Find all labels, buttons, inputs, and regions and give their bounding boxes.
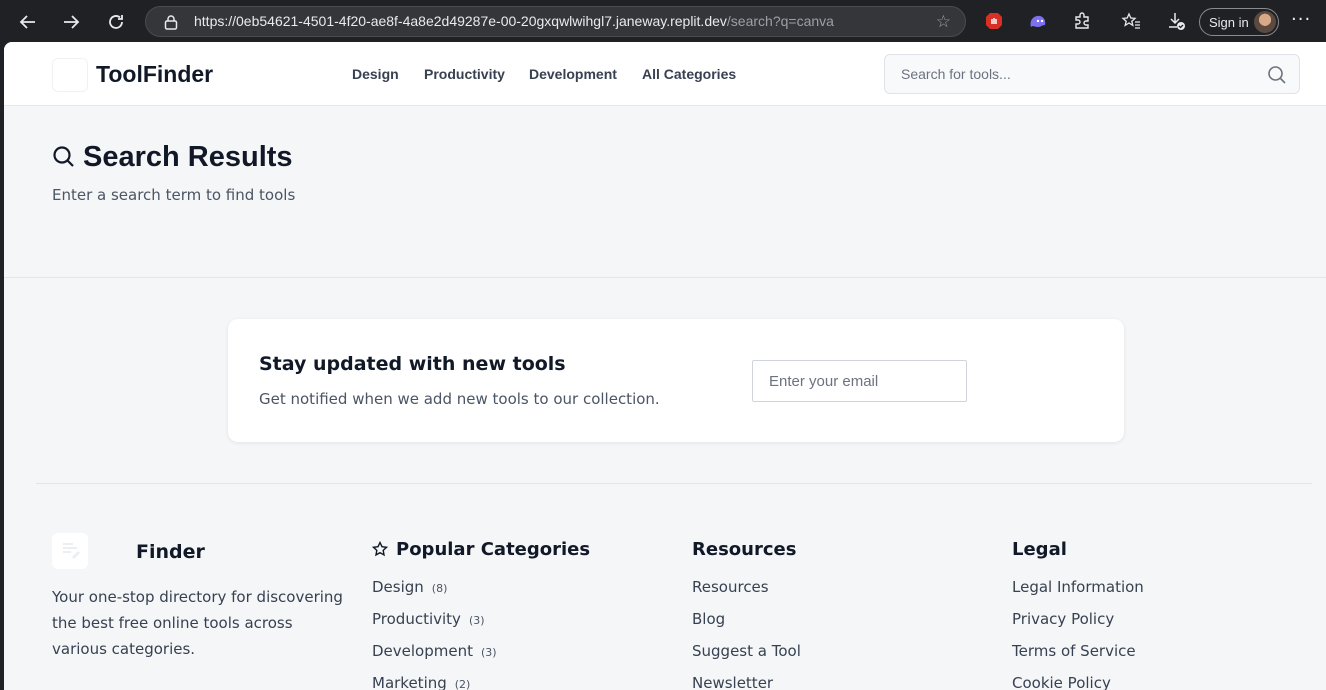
category-count: (8) bbox=[431, 582, 448, 595]
signin-label: Sign in bbox=[1209, 14, 1249, 30]
address-bar[interactable]: https://0eb54621-4501-4f20-ae8f-4a8e2d49… bbox=[145, 6, 966, 37]
category-label: Productivity bbox=[372, 610, 461, 628]
list-item[interactable]: Marketing (2) bbox=[372, 674, 590, 690]
list-item[interactable]: Design (8) bbox=[372, 578, 590, 610]
footer-link-resources[interactable]: Resources bbox=[692, 578, 801, 610]
footer-link-cookies[interactable]: Cookie Policy bbox=[1012, 674, 1144, 690]
popular-categories-heading: Popular Categories bbox=[372, 536, 590, 562]
email-field[interactable] bbox=[753, 361, 966, 401]
reload-icon[interactable] bbox=[103, 9, 129, 35]
footer-legal: Legal Legal Information Privacy Policy T… bbox=[1012, 536, 1144, 690]
url-text: https://0eb54621-4501-4f20-ae8f-4a8e2d49… bbox=[194, 13, 834, 29]
footer-resources: Resources Resources Blog Suggest a Tool … bbox=[692, 536, 801, 690]
favorites-icon[interactable] bbox=[1120, 10, 1142, 32]
category-label: Design bbox=[372, 578, 424, 596]
lock-icon bbox=[164, 14, 178, 30]
category-count: (3) bbox=[468, 614, 485, 627]
browser-toolbar: https://0eb54621-4501-4f20-ae8f-4a8e2d49… bbox=[0, 0, 1326, 42]
search-icon bbox=[52, 145, 76, 169]
footer-logo-icon[interactable] bbox=[52, 533, 88, 569]
footer-link-privacy[interactable]: Privacy Policy bbox=[1012, 610, 1144, 642]
email-field-wrapper bbox=[752, 360, 967, 402]
search-input[interactable] bbox=[885, 55, 1299, 93]
web-page: ToolFinder Design Productivity Developme… bbox=[4, 42, 1326, 690]
footer-divider bbox=[36, 483, 1312, 484]
footer-popular-categories: Popular Categories Design (8) Productivit… bbox=[372, 536, 590, 690]
list-item[interactable]: Productivity (3) bbox=[372, 610, 590, 642]
adblock-extension-icon[interactable] bbox=[983, 10, 1005, 32]
footer-link-blog[interactable]: Blog bbox=[692, 610, 801, 642]
category-count: (2) bbox=[454, 678, 471, 690]
nav-design[interactable]: Design bbox=[352, 66, 399, 82]
newsletter-title: Stay updated with new tools bbox=[259, 353, 566, 375]
search-box bbox=[884, 54, 1300, 94]
category-count: (3) bbox=[480, 646, 497, 659]
newsletter-card: Stay updated with new tools Get notified… bbox=[228, 319, 1124, 442]
footer-brand: Finder bbox=[136, 541, 205, 563]
signin-button[interactable]: Sign in bbox=[1199, 8, 1279, 36]
downloads-icon[interactable] bbox=[1165, 10, 1187, 32]
popular-categories-title: Popular Categories bbox=[396, 538, 591, 560]
favorite-star-icon[interactable]: ☆ bbox=[936, 12, 951, 32]
footer-link-terms[interactable]: Terms of Service bbox=[1012, 642, 1144, 674]
more-menu-icon[interactable]: ··· bbox=[1291, 9, 1311, 30]
search-icon[interactable] bbox=[1267, 65, 1287, 85]
brand-name[interactable]: ToolFinder bbox=[96, 61, 213, 88]
footer-link-suggest-tool[interactable]: Suggest a Tool bbox=[692, 642, 801, 674]
profile-avatar bbox=[1254, 11, 1276, 33]
category-label: Development bbox=[372, 642, 473, 660]
back-icon[interactable] bbox=[15, 9, 41, 35]
extensions-puzzle-icon[interactable] bbox=[1071, 10, 1093, 32]
logo-icon[interactable] bbox=[52, 58, 88, 92]
category-label: Marketing bbox=[372, 674, 447, 690]
star-icon bbox=[372, 541, 388, 557]
nav-productivity[interactable]: Productivity bbox=[424, 66, 505, 82]
newsletter-subtitle: Get notified when we add new tools to ou… bbox=[259, 390, 660, 408]
nav-all-categories[interactable]: All Categories bbox=[642, 66, 736, 82]
list-item[interactable]: Development (3) bbox=[372, 642, 590, 674]
ghost-extension-icon[interactable] bbox=[1027, 10, 1049, 32]
page-title: Search Results bbox=[83, 141, 293, 173]
search-results-section: Search Results Enter a search term to fi… bbox=[4, 107, 1326, 278]
footer-description: Your one-stop directory for discovering … bbox=[52, 588, 343, 658]
forward-icon[interactable] bbox=[58, 9, 84, 35]
page-subtitle: Enter a search term to find tools bbox=[52, 186, 296, 204]
footer-link-newsletter[interactable]: Newsletter bbox=[692, 674, 801, 690]
legal-heading: Legal bbox=[1012, 538, 1067, 560]
site-header: ToolFinder Design Productivity Developme… bbox=[4, 42, 1326, 106]
nav-development[interactable]: Development bbox=[529, 66, 617, 82]
footer-link-legal-info[interactable]: Legal Information bbox=[1012, 578, 1144, 610]
resources-heading: Resources bbox=[692, 538, 797, 560]
